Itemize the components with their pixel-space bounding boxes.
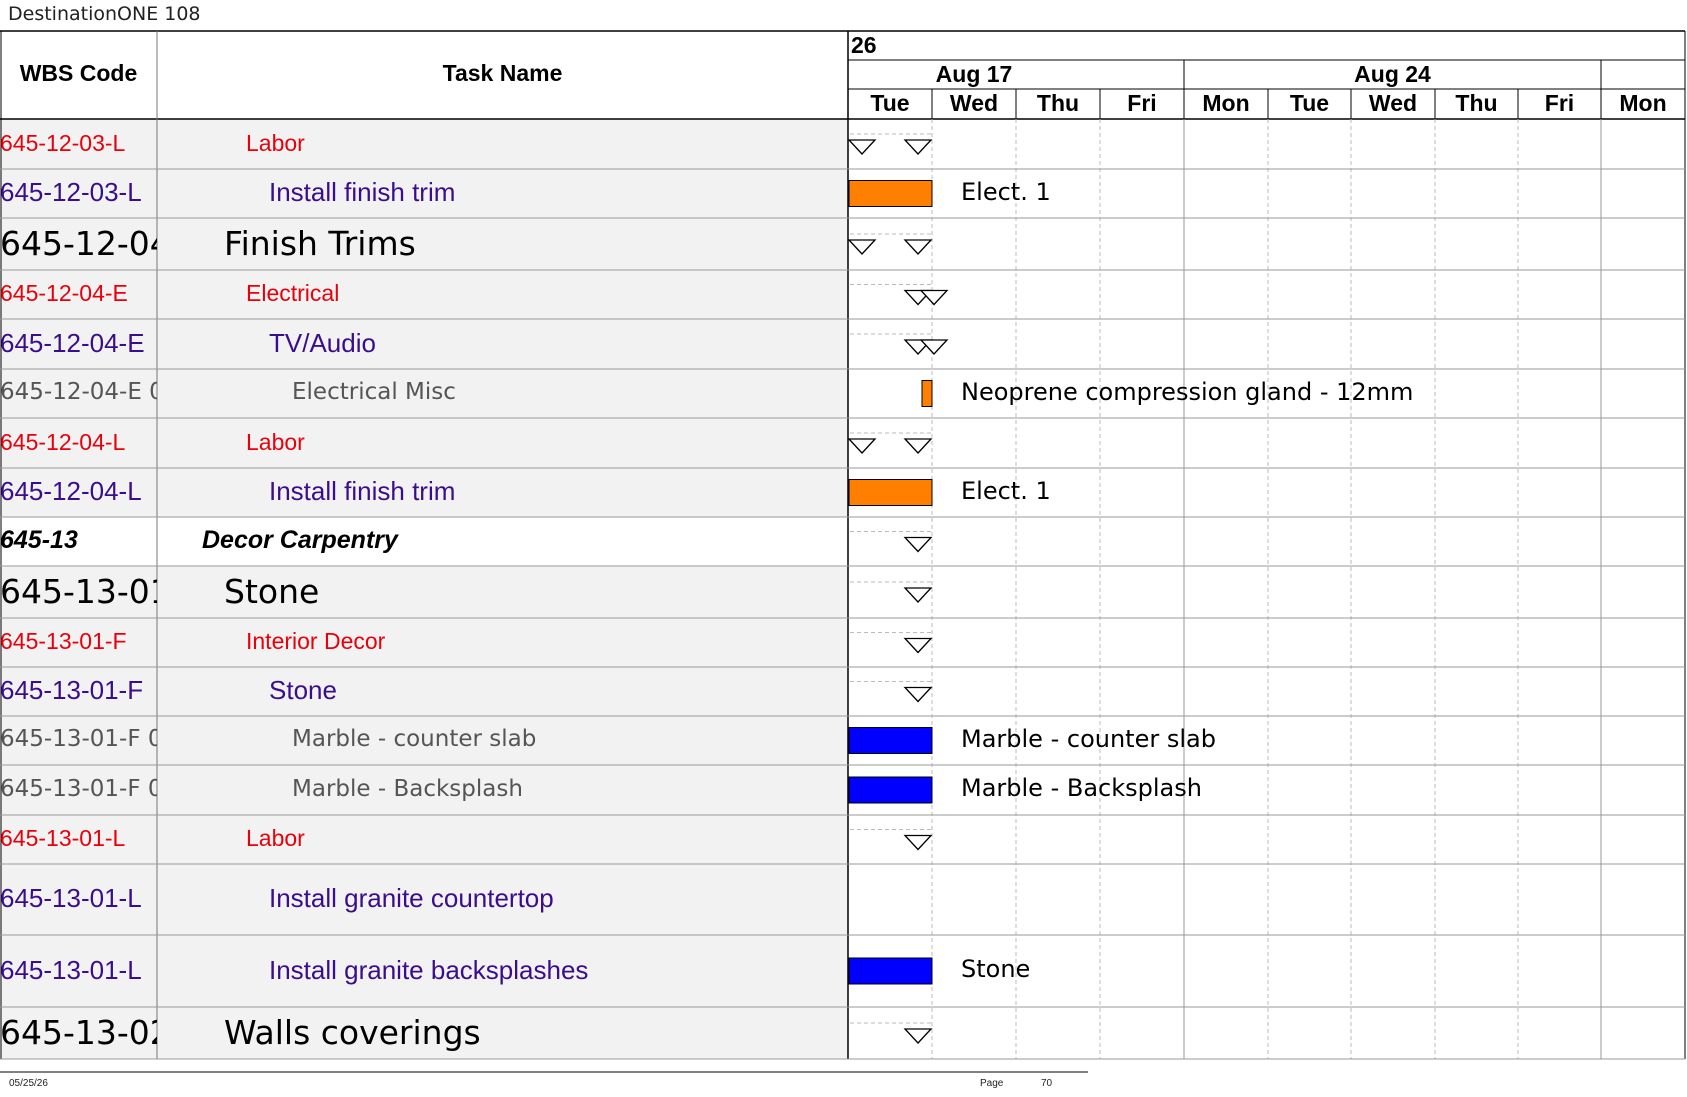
summary-end-marker <box>903 1028 933 1044</box>
header-day-label: Thu <box>1455 90 1498 116</box>
task-name-cell: Electrical <box>246 280 340 307</box>
wbs-code-cell: 645-12-03-L <box>0 177 142 208</box>
wbs-code-cell: 645-13 <box>0 526 78 554</box>
task-name-cell: Marble - counter slab <box>292 726 537 753</box>
wbs-code-cell: 645-13-01-L <box>0 883 142 914</box>
wbs-code-cell: 645-12-03-L <box>0 129 126 156</box>
wbs-code-cell: 645-12-04-L <box>0 476 142 507</box>
task-name-cell: TV/Audio <box>269 327 376 358</box>
header-day-label: Fri <box>1127 90 1157 116</box>
gantt-bar <box>848 727 933 754</box>
summary-end-marker <box>903 686 933 703</box>
wbs-code-cell: 645-13-02 <box>0 1012 157 1052</box>
footer-page-number: 70 <box>1041 1078 1053 1089</box>
gantt-bar-label gtxt: Marble - Backsplash <box>961 774 1202 802</box>
gantt-bar-label gtxt: Neoprene compression gland - 12mm <box>961 377 1414 406</box>
wbs-code-cell: 645-13-01-F 0 <box>0 726 157 753</box>
summary-end-marker <box>903 834 933 851</box>
gantt-bar <box>848 180 933 207</box>
gantt-bar-label gtxt: Elect. 1 <box>961 177 1051 206</box>
wbs-code-cell: 645-13-01-F <box>0 628 127 655</box>
wbs-code-cell: 645-13-01 <box>0 571 157 611</box>
task-name-cell: Interior Decor <box>246 628 386 655</box>
wbs-code-cell: 645-12-04-L <box>0 428 126 455</box>
task-name-cell: Labor <box>246 428 305 455</box>
summary-start-marker <box>847 139 877 155</box>
summary-end-marker <box>903 139 933 155</box>
gantt-bar-label gtxt: Marble - counter slab <box>961 724 1216 753</box>
task-name-cell: Decor Carpentry <box>202 526 398 554</box>
task-name-cell: Labor <box>246 825 305 852</box>
wbs-code-cell: 645-12-04-E <box>0 280 128 307</box>
header-day-label: Tue <box>870 90 910 116</box>
summary-end-marker <box>903 438 933 454</box>
wbs-code-cell: 645-12-04-E <box>0 327 145 358</box>
header-task-name: Task Name <box>442 60 563 86</box>
task-name-cell: Install finish trim <box>269 476 456 507</box>
gantt-bar-label gtxt: Stone <box>961 955 1031 983</box>
summary-start-marker <box>847 239 877 255</box>
task-name-cell: Stone <box>224 571 320 611</box>
header-week-label: Aug 17 <box>935 61 1013 87</box>
header-week-label: Aug 24 <box>1354 61 1431 87</box>
header-day-label: Thu <box>1036 90 1080 116</box>
summary-end-marker <box>903 637 933 654</box>
header-day-label: Wed <box>949 90 999 116</box>
header-day-label: Wed <box>1368 90 1418 116</box>
task-name-cell: Stone <box>269 675 337 706</box>
header-wbs-code: WBS Code <box>19 60 138 86</box>
task-name-cell: Finish Trims <box>224 223 416 263</box>
summary-start-marker <box>847 438 877 454</box>
summary-end-marker <box>903 587 933 603</box>
wbs-code-cell: 645-12-04-E 0 <box>0 379 157 406</box>
header-day-label: Tue <box>1289 90 1330 116</box>
gantt-bar-label gtxt: Elect. 1 <box>961 476 1051 505</box>
gantt-bar <box>921 380 933 407</box>
wbs-code-cell: 645-13-01-F 0 <box>0 775 157 802</box>
task-name-cell: Marble - Backsplash <box>292 775 523 802</box>
summary-end-marker <box>903 536 933 553</box>
task-name-cell: Install granite countertop <box>269 883 554 914</box>
wbs-code-cell: 645-12-04 <box>0 223 157 263</box>
task-name-cell: Walls coverings <box>224 1012 481 1052</box>
footer-date: 05/25/26 <box>9 1078 48 1089</box>
gantt-bar <box>848 776 933 804</box>
task-name-cell: Labor <box>246 129 305 156</box>
header-day-label: Fri <box>1544 90 1575 116</box>
wbs-code-cell: 645-13-01-L <box>0 825 126 852</box>
task-name-cell: Install granite backsplashes <box>269 954 589 985</box>
header-year-fragment: 26 <box>851 32 877 58</box>
wbs-code-cell: 645-13-01-L <box>0 954 142 985</box>
gantt-bar <box>848 957 933 985</box>
wbs-code-cell: 645-13-01-F <box>0 675 144 706</box>
summary-end-marker <box>903 239 933 255</box>
task-name-cell: Install finish trim <box>269 177 456 208</box>
footer-page-label: Page <box>980 1078 1004 1089</box>
task-name-cell: Electrical Misc <box>292 379 456 406</box>
gantt-bar <box>848 479 933 506</box>
header-day-label: Mon <box>1619 90 1667 116</box>
header-day-label: Mon <box>1202 90 1250 116</box>
